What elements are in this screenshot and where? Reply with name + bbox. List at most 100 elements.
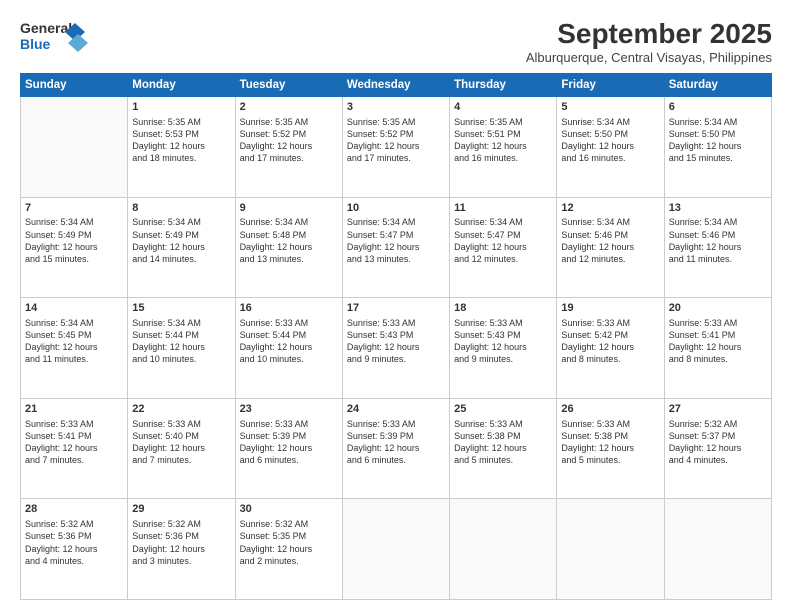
- location: Alburquerque, Central Visayas, Philippin…: [526, 50, 772, 65]
- table-row: 20Sunrise: 5:33 AMSunset: 5:41 PMDayligh…: [664, 298, 771, 399]
- cell-text: Daylight: 12 hours: [25, 341, 123, 353]
- cell-text: and 11 minutes.: [669, 253, 767, 265]
- cell-text: Sunrise: 5:33 AM: [454, 317, 552, 329]
- cell-text: Daylight: 12 hours: [347, 140, 445, 152]
- table-row: 23Sunrise: 5:33 AMSunset: 5:39 PMDayligh…: [235, 398, 342, 499]
- cell-text: and 6 minutes.: [240, 454, 338, 466]
- cell-text: Sunrise: 5:34 AM: [669, 216, 767, 228]
- table-row: 24Sunrise: 5:33 AMSunset: 5:39 PMDayligh…: [342, 398, 449, 499]
- cell-text: Daylight: 12 hours: [347, 241, 445, 253]
- day-number: 22: [132, 402, 230, 417]
- cell-text: Daylight: 12 hours: [347, 341, 445, 353]
- cell-text: Sunrise: 5:33 AM: [561, 317, 659, 329]
- day-number: 30: [240, 502, 338, 517]
- day-number: 2: [240, 100, 338, 115]
- cell-text: Sunrise: 5:33 AM: [240, 418, 338, 430]
- cell-text: and 10 minutes.: [132, 353, 230, 365]
- cell-text: Daylight: 12 hours: [132, 442, 230, 454]
- cell-text: Sunrise: 5:34 AM: [25, 317, 123, 329]
- cell-text: and 8 minutes.: [561, 353, 659, 365]
- table-row: 12Sunrise: 5:34 AMSunset: 5:46 PMDayligh…: [557, 197, 664, 298]
- header-thursday: Thursday: [450, 74, 557, 97]
- table-row: 22Sunrise: 5:33 AMSunset: 5:40 PMDayligh…: [128, 398, 235, 499]
- day-number: 3: [347, 100, 445, 115]
- cell-text: Daylight: 12 hours: [454, 341, 552, 353]
- cell-text: Sunset: 5:35 PM: [240, 530, 338, 542]
- cell-text: Daylight: 12 hours: [561, 140, 659, 152]
- cell-text: Daylight: 12 hours: [669, 140, 767, 152]
- cell-text: Sunrise: 5:32 AM: [240, 518, 338, 530]
- cell-text: Sunset: 5:52 PM: [347, 128, 445, 140]
- cell-text: and 4 minutes.: [25, 555, 123, 567]
- cell-text: Daylight: 12 hours: [561, 241, 659, 253]
- day-number: 13: [669, 201, 767, 216]
- day-number: 27: [669, 402, 767, 417]
- cell-text: Daylight: 12 hours: [132, 140, 230, 152]
- day-number: 7: [25, 201, 123, 216]
- cell-text: Sunrise: 5:33 AM: [347, 418, 445, 430]
- cell-text: and 3 minutes.: [132, 555, 230, 567]
- table-row: [21, 97, 128, 198]
- cell-text: Sunrise: 5:34 AM: [132, 317, 230, 329]
- table-row: 4Sunrise: 5:35 AMSunset: 5:51 PMDaylight…: [450, 97, 557, 198]
- day-number: 21: [25, 402, 123, 417]
- day-number: 24: [347, 402, 445, 417]
- table-row: 5Sunrise: 5:34 AMSunset: 5:50 PMDaylight…: [557, 97, 664, 198]
- cell-text: Sunrise: 5:34 AM: [669, 116, 767, 128]
- table-row: 21Sunrise: 5:33 AMSunset: 5:41 PMDayligh…: [21, 398, 128, 499]
- cell-text: and 7 minutes.: [25, 454, 123, 466]
- table-row: [664, 499, 771, 600]
- day-number: 26: [561, 402, 659, 417]
- cell-text: and 5 minutes.: [454, 454, 552, 466]
- cell-text: Sunrise: 5:34 AM: [132, 216, 230, 228]
- cell-text: Sunrise: 5:33 AM: [669, 317, 767, 329]
- table-row: 15Sunrise: 5:34 AMSunset: 5:44 PMDayligh…: [128, 298, 235, 399]
- cell-text: Sunrise: 5:35 AM: [240, 116, 338, 128]
- day-number: 19: [561, 301, 659, 316]
- day-number: 23: [240, 402, 338, 417]
- cell-text: Sunset: 5:50 PM: [669, 128, 767, 140]
- table-row: 29Sunrise: 5:32 AMSunset: 5:36 PMDayligh…: [128, 499, 235, 600]
- day-number: 1: [132, 100, 230, 115]
- table-row: 18Sunrise: 5:33 AMSunset: 5:43 PMDayligh…: [450, 298, 557, 399]
- day-number: 11: [454, 201, 552, 216]
- day-number: 10: [347, 201, 445, 216]
- cell-text: Sunrise: 5:32 AM: [669, 418, 767, 430]
- cell-text: and 8 minutes.: [669, 353, 767, 365]
- cell-text: and 5 minutes.: [561, 454, 659, 466]
- title-block: September 2025 Alburquerque, Central Vis…: [526, 18, 772, 65]
- calendar-week-row: 1Sunrise: 5:35 AMSunset: 5:53 PMDaylight…: [21, 97, 772, 198]
- table-row: [450, 499, 557, 600]
- cell-text: Sunrise: 5:35 AM: [454, 116, 552, 128]
- svg-text:Blue: Blue: [20, 36, 51, 52]
- cell-text: and 15 minutes.: [669, 152, 767, 164]
- day-number: 8: [132, 201, 230, 216]
- cell-text: and 9 minutes.: [347, 353, 445, 365]
- cell-text: Sunrise: 5:34 AM: [454, 216, 552, 228]
- table-row: 30Sunrise: 5:32 AMSunset: 5:35 PMDayligh…: [235, 499, 342, 600]
- cell-text: Sunset: 5:52 PM: [240, 128, 338, 140]
- day-number: 29: [132, 502, 230, 517]
- table-row: 8Sunrise: 5:34 AMSunset: 5:49 PMDaylight…: [128, 197, 235, 298]
- cell-text: Sunset: 5:36 PM: [25, 530, 123, 542]
- day-number: 9: [240, 201, 338, 216]
- cell-text: and 15 minutes.: [25, 253, 123, 265]
- cell-text: Daylight: 12 hours: [25, 241, 123, 253]
- cell-text: Sunset: 5:39 PM: [347, 430, 445, 442]
- cell-text: Sunset: 5:48 PM: [240, 229, 338, 241]
- cell-text: Sunrise: 5:35 AM: [132, 116, 230, 128]
- day-number: 20: [669, 301, 767, 316]
- cell-text: Daylight: 12 hours: [561, 341, 659, 353]
- header-friday: Friday: [557, 74, 664, 97]
- header-monday: Monday: [128, 74, 235, 97]
- cell-text: and 7 minutes.: [132, 454, 230, 466]
- cell-text: Sunset: 5:38 PM: [454, 430, 552, 442]
- cell-text: Sunset: 5:49 PM: [132, 229, 230, 241]
- cell-text: and 11 minutes.: [25, 353, 123, 365]
- cell-text: Sunset: 5:44 PM: [240, 329, 338, 341]
- table-row: 7Sunrise: 5:34 AMSunset: 5:49 PMDaylight…: [21, 197, 128, 298]
- table-row: 1Sunrise: 5:35 AMSunset: 5:53 PMDaylight…: [128, 97, 235, 198]
- cell-text: Sunset: 5:51 PM: [454, 128, 552, 140]
- day-number: 12: [561, 201, 659, 216]
- table-row: [342, 499, 449, 600]
